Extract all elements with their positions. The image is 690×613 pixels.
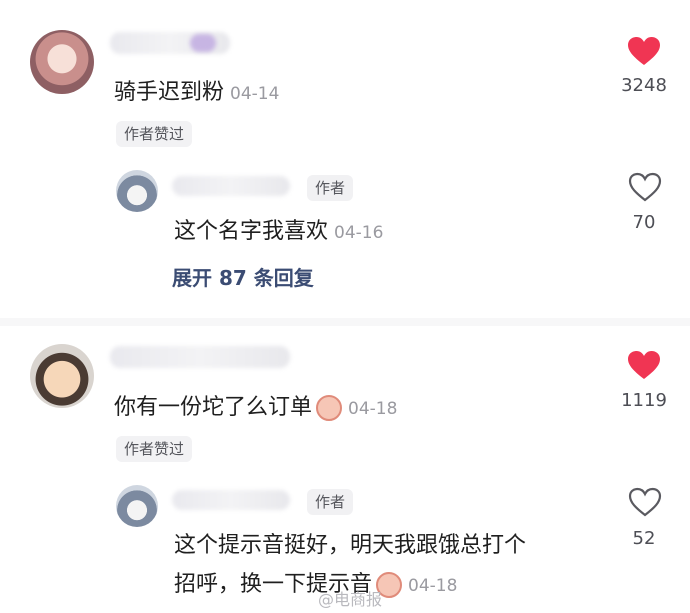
comment-date: 04-14 — [230, 84, 280, 104]
reply-date: 04-16 — [334, 223, 384, 243]
avatar[interactable] — [30, 30, 94, 94]
emoji-icon — [316, 395, 343, 421]
reply-like-count: 52 — [632, 528, 656, 549]
expand-replies-link[interactable]: 展开 87 条回复 — [172, 262, 314, 291]
username-blurred[interactable] — [110, 346, 290, 368]
reply-text-line-1[interactable]: 这个提示音挺好，明天我跟饿总打个 — [174, 527, 526, 559]
heart-filled-icon[interactable] — [627, 350, 661, 380]
reply-avatar[interactable] — [116, 170, 158, 212]
reply-text[interactable]: 这个名字我喜欢 04-16 — [174, 213, 383, 245]
author-liked-badge: 作者赞过 — [116, 436, 193, 462]
reply-like-count: 70 — [632, 212, 656, 233]
username-blurred-accent — [190, 34, 216, 52]
heart-outline-icon[interactable] — [628, 172, 662, 202]
comment-date: 04-18 — [348, 399, 398, 419]
reply-date: 04-18 — [408, 576, 458, 596]
author-tag: 作者 — [307, 175, 354, 201]
like-count: 3248 — [621, 75, 667, 96]
avatar[interactable] — [30, 344, 94, 408]
reply-body: 这个名字我喜欢 — [174, 219, 329, 244]
reply-text-line-2[interactable]: 招呼，换一下提示音 04-18 — [174, 566, 457, 598]
like-count: 1119 — [621, 390, 667, 411]
reply-username-blurred[interactable] — [172, 490, 290, 510]
comment-text[interactable]: 你有一份坨了么订单 04-18 — [114, 389, 397, 421]
heart-filled-icon[interactable] — [627, 36, 661, 66]
watermark: @电商报 — [318, 590, 383, 609]
comment-text[interactable]: 骑手迟到粉 04-14 — [114, 74, 279, 106]
comment-body: 骑手迟到粉 — [114, 80, 225, 105]
reply-avatar[interactable] — [116, 485, 158, 527]
author-liked-badge: 作者赞过 — [116, 121, 193, 147]
comment-body: 你有一份坨了么订单 — [114, 395, 313, 420]
heart-outline-icon[interactable] — [628, 487, 662, 517]
divider — [0, 318, 690, 326]
author-tag: 作者 — [307, 489, 354, 515]
reply-username-blurred[interactable] — [172, 176, 290, 196]
